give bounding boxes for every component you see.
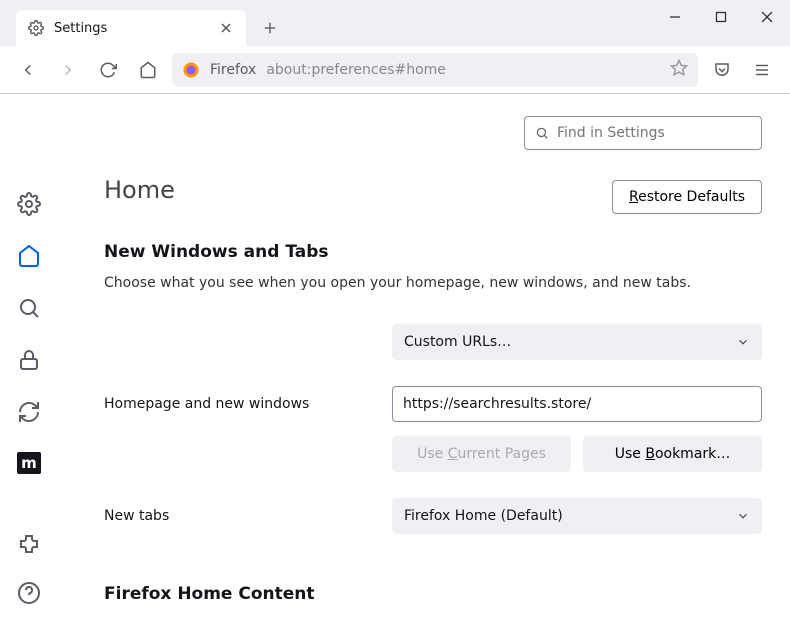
restore-defaults-button[interactable]: Restore Defaults bbox=[612, 180, 762, 214]
close-window-button[interactable] bbox=[744, 0, 790, 34]
use-current-pages-button[interactable]: Use Current Pages bbox=[392, 436, 571, 472]
minimize-button[interactable] bbox=[652, 0, 698, 34]
maximize-button[interactable] bbox=[698, 0, 744, 34]
sidebar: m bbox=[0, 94, 58, 635]
sidebar-privacy-icon[interactable] bbox=[17, 348, 41, 372]
sidebar-mozilla-icon[interactable]: m bbox=[17, 452, 41, 474]
use-bookmark-button[interactable]: Use Bookmark… bbox=[583, 436, 762, 472]
window-controls bbox=[652, 0, 790, 46]
close-icon[interactable] bbox=[218, 20, 234, 36]
homepage-url-input[interactable] bbox=[392, 386, 762, 422]
homepage-mode-value: Custom URLs… bbox=[404, 334, 511, 350]
back-button[interactable] bbox=[12, 54, 44, 86]
main-panel: Home Restore Defaults New Windows and Ta… bbox=[58, 94, 790, 635]
home-button[interactable] bbox=[132, 54, 164, 86]
url-label: Firefox bbox=[210, 62, 256, 78]
sidebar-sync-icon[interactable] bbox=[17, 400, 41, 424]
newtabs-label: New tabs bbox=[104, 508, 372, 524]
homepage-label: Homepage and new windows bbox=[104, 396, 372, 412]
settings-search-input[interactable] bbox=[557, 125, 751, 141]
url-address: about:preferences#home bbox=[266, 62, 660, 78]
gear-icon bbox=[28, 20, 44, 36]
section-home-content-heading: Firefox Home Content bbox=[104, 584, 762, 604]
tab-title: Settings bbox=[54, 21, 218, 36]
new-tab-button[interactable] bbox=[254, 12, 286, 44]
bookmark-star-icon[interactable] bbox=[670, 59, 688, 81]
newtabs-select[interactable]: Firefox Home (Default) bbox=[392, 498, 762, 534]
tab-settings[interactable]: Settings bbox=[16, 10, 246, 46]
firefox-icon bbox=[182, 61, 200, 79]
settings-search[interactable] bbox=[524, 116, 762, 150]
toolbar: Firefox about:preferences#home bbox=[0, 46, 790, 94]
sidebar-help-icon[interactable] bbox=[17, 581, 41, 605]
sidebar-extensions-icon[interactable] bbox=[17, 533, 41, 557]
pocket-button[interactable] bbox=[706, 54, 738, 86]
forward-button[interactable] bbox=[52, 54, 84, 86]
section-new-windows-desc: Choose what you see when you open your h… bbox=[104, 274, 762, 294]
url-bar[interactable]: Firefox about:preferences#home bbox=[172, 53, 698, 87]
menu-button[interactable] bbox=[746, 54, 778, 86]
sidebar-search-icon[interactable] bbox=[17, 296, 41, 320]
sidebar-home-icon[interactable] bbox=[17, 244, 41, 268]
reload-button[interactable] bbox=[92, 54, 124, 86]
newtabs-value: Firefox Home (Default) bbox=[404, 508, 563, 524]
sidebar-general-icon[interactable] bbox=[17, 192, 41, 216]
section-new-windows-heading: New Windows and Tabs bbox=[104, 242, 762, 262]
homepage-mode-select[interactable]: Custom URLs… bbox=[392, 324, 762, 360]
